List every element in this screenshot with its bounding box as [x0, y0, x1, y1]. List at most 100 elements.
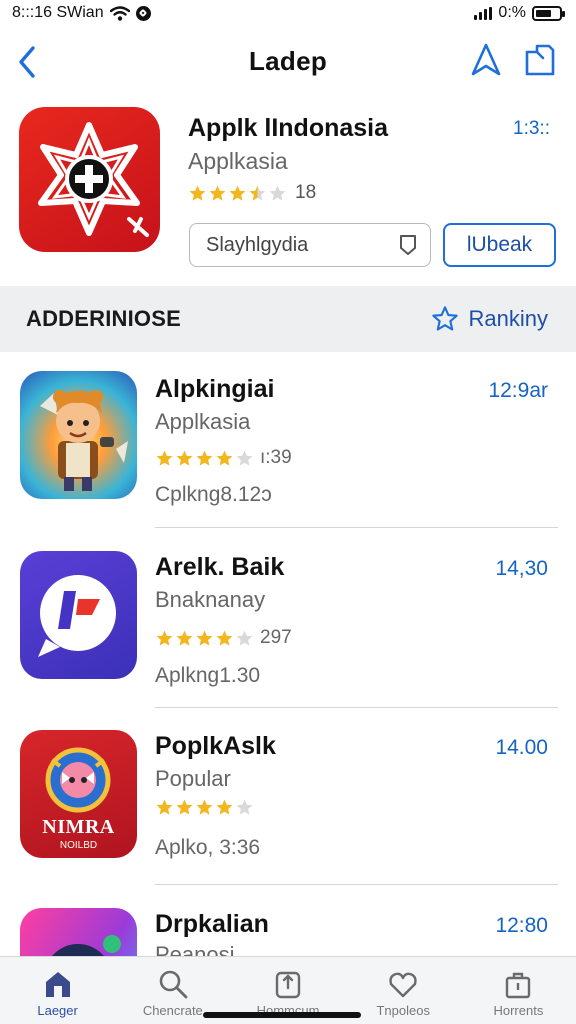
bookmark-icon [525, 44, 555, 76]
featured-app-time: 1:3:: [513, 118, 550, 139]
star-emblem-icon [38, 122, 149, 237]
character-icon [40, 390, 128, 491]
star-icon [176, 799, 193, 815]
featured-app-rating: 18 [188, 182, 316, 204]
app-icon[interactable] [20, 551, 137, 679]
star-icon [196, 630, 213, 646]
star-icon [209, 185, 226, 201]
bag-icon [506, 972, 531, 999]
share-icon [275, 971, 301, 999]
status-time: 8:::16 SWian [12, 4, 104, 21]
app-time: 12:9ar [488, 379, 548, 402]
battery-percent: 0:% [498, 4, 526, 21]
star-icon [196, 799, 213, 815]
search-icon [159, 970, 188, 999]
tab-favorites[interactable]: Tnpoleos [346, 957, 461, 1024]
star-rating [155, 629, 254, 648]
home-indicator[interactable] [203, 1012, 361, 1018]
tab-label: Tnpoleos [376, 1003, 430, 1018]
featured-app-icon[interactable] [19, 107, 160, 252]
star-icon [196, 450, 213, 466]
star-icon [269, 185, 286, 201]
nav-bar: Ladep [0, 30, 576, 94]
app-size: Cplkng8.12ɔ [155, 483, 272, 506]
app-category: Peanosi [155, 942, 235, 956]
section-title: ADDERINIOSE [26, 306, 181, 331]
home-icon [45, 972, 70, 997]
star-rating [155, 798, 254, 817]
character-icon [52, 935, 121, 956]
star-icon [156, 799, 173, 815]
nav-actions [468, 40, 558, 80]
tab-label: Laeger [37, 1003, 78, 1018]
app-category: Bnaknanay [155, 587, 266, 612]
featured-app-field[interactable]: Slayhlgydia [189, 223, 431, 267]
rating-count: 18 [295, 182, 317, 203]
star-icon [216, 450, 233, 466]
app-time: 14,30 [495, 557, 548, 580]
app-category: Applkasia [155, 409, 251, 434]
star-icon [249, 185, 266, 201]
star-icon [216, 630, 233, 646]
tab-purchases[interactable]: Horrents [461, 957, 576, 1024]
ranking-label: Rankiny [468, 306, 548, 331]
app-category: Popular [155, 766, 231, 791]
star-icon [156, 630, 173, 646]
app-rating: 297 [155, 627, 292, 649]
app-name[interactable]: PoplkAslk [155, 732, 276, 761]
app-name[interactable]: Arelk. Baik [155, 553, 284, 582]
rating-count: 297 [260, 627, 292, 648]
battery-icon [532, 5, 565, 21]
tab-home[interactable]: Laeger [0, 957, 115, 1024]
app-size: Aplkng1.30 [155, 664, 261, 687]
star-icon [236, 630, 253, 646]
status-right: 0:% [474, 4, 565, 22]
rating-count: ı:39 [260, 447, 292, 468]
bookmark-button[interactable] [522, 40, 558, 80]
tab-label: Chencrate [142, 1003, 203, 1018]
tab-label: Horrents [493, 1003, 544, 1018]
app-rating [155, 798, 260, 817]
status-left: 8:::16 SWian [12, 4, 151, 22]
star-rating [155, 449, 254, 468]
star-outline-icon [431, 306, 458, 331]
star-rating [188, 184, 287, 203]
heart-icon [389, 972, 417, 998]
list-item[interactable]: Alpkingiai 12:9ar Applkasia ı:39 Cplkng8… [0, 353, 576, 529]
app-icon[interactable] [20, 908, 137, 956]
app-time: 12:80 [495, 914, 548, 937]
star-icon [176, 450, 193, 466]
app-icon[interactable] [20, 371, 137, 499]
star-icon [156, 450, 173, 466]
list-item[interactable]: NIMRA NOILBD PoplkAslk 14.00 Popular Apl… [0, 710, 576, 886]
navigate-button[interactable] [468, 40, 504, 80]
featured-app[interactable]: Applk lIndonasia 1:3:: Applkasia 18 Slay… [0, 100, 576, 286]
featured-app-name[interactable]: Applk lIndonasia [188, 114, 388, 143]
field-value: Slayhlgydia [206, 233, 309, 256]
app-icon-subtext: NOILBD [59, 840, 98, 851]
star-icon [236, 799, 253, 815]
featured-app-category: Applkasia [188, 148, 288, 174]
featured-app-button[interactable]: lUbeak [443, 223, 556, 267]
navigate-icon [471, 43, 501, 76]
signal-icon [474, 6, 493, 20]
battery-fill [536, 9, 551, 17]
status-bar: 8:::16 SWian 0:% [0, 0, 576, 26]
app-icon[interactable]: NIMRA NOILBD [20, 730, 137, 858]
divider [155, 884, 558, 885]
star-icon [189, 185, 206, 201]
divider [155, 527, 558, 528]
section-header: ADDERINIOSE Rankiny [0, 286, 576, 352]
wifi-icon [109, 5, 130, 21]
shield-icon [400, 235, 416, 255]
app-size: Aplko, 3:36 [155, 836, 261, 859]
star-icon [216, 799, 233, 815]
app-rating: ı:39 [155, 447, 292, 469]
star-icon [236, 450, 253, 466]
chat-bubble-icon [38, 575, 116, 657]
list-item[interactable]: Arelk. Baik 14,30 Bnaknanay 297 Aplkng1.… [0, 531, 576, 708]
ranking-button[interactable]: Rankiny [431, 305, 548, 333]
app-name[interactable]: Drpkalian [155, 910, 269, 939]
app-name[interactable]: Alpkingiai [155, 375, 274, 404]
list-item[interactable]: Drpkalian 12:80 Peanosi [0, 888, 576, 956]
